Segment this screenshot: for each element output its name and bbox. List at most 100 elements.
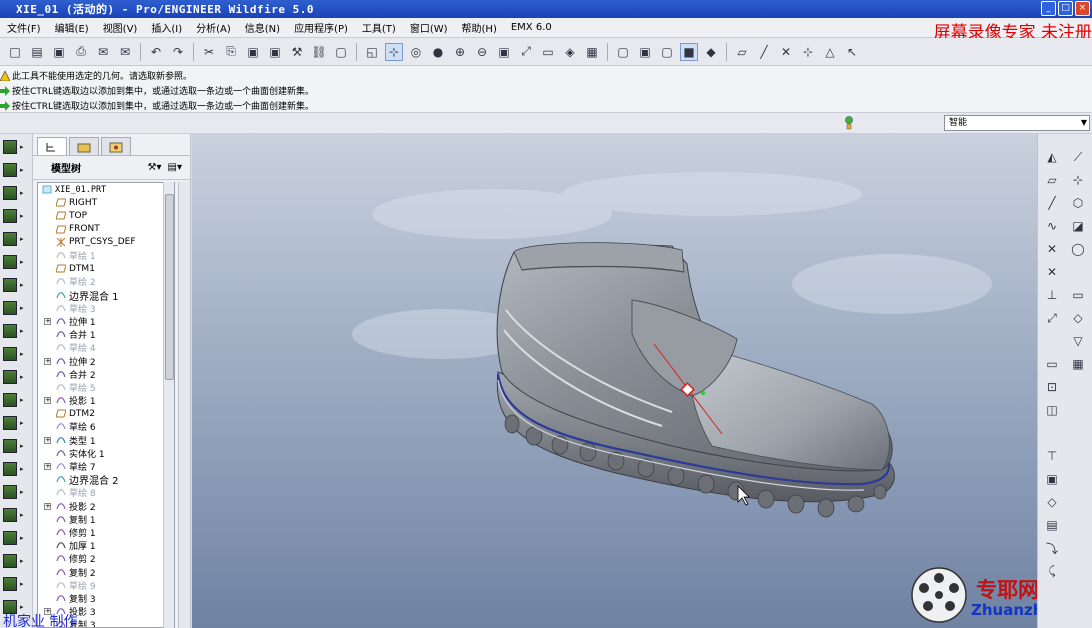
right-tool-col1-17[interactable]: ⤵: [1042, 538, 1062, 558]
selection-filter-dropdown[interactable]: 智能 ▼: [944, 115, 1090, 131]
layers-icon[interactable]: ◈: [561, 43, 579, 61]
tree-item[interactable]: 实体化 1: [38, 447, 174, 460]
right-tool-col1-15[interactable]: ◇: [1042, 492, 1062, 512]
left-tool-2[interactable]: ▸: [3, 183, 27, 203]
left-tool-13[interactable]: ▸: [3, 436, 27, 456]
left-tool-6[interactable]: ▸: [3, 275, 27, 295]
expand-icon[interactable]: +: [44, 502, 51, 510]
tree-item[interactable]: 草绘 9: [38, 579, 174, 592]
right-tool-col2-2[interactable]: ⬡: [1068, 193, 1088, 213]
right-tool-col1-10[interactable]: ⊡: [1042, 377, 1062, 397]
zoom-out-icon[interactable]: ⊖: [473, 43, 491, 61]
left-tool-8[interactable]: ▸: [3, 321, 27, 341]
menu-item-0[interactable]: 文件(F): [0, 20, 48, 35]
tree-item[interactable]: 修剪 2: [38, 552, 174, 565]
tree-item[interactable]: DTM2: [38, 407, 174, 420]
model-tree-tab[interactable]: [37, 137, 67, 155]
left-tool-19[interactable]: ▸: [3, 574, 27, 594]
save-icon[interactable]: ▣: [50, 43, 68, 61]
tree-item[interactable]: + 投影 1: [38, 394, 174, 407]
repaint-icon[interactable]: ◱: [363, 43, 381, 61]
right-tool-col2-0[interactable]: ⟋: [1068, 147, 1088, 167]
tree-item[interactable]: 合并 1: [38, 328, 174, 341]
menu-item-8[interactable]: 窗口(W): [403, 20, 455, 35]
enhanced-realism-icon[interactable]: ◆: [702, 43, 720, 61]
zoom-in-icon[interactable]: ⊕: [451, 43, 469, 61]
tree-settings-icon[interactable]: ⚒▾: [148, 162, 162, 173]
tree-item[interactable]: + 拉伸 2: [38, 354, 174, 368]
right-tool-col2-1[interactable]: ⊹: [1068, 170, 1088, 190]
right-tool-col2-3[interactable]: ◪: [1068, 216, 1088, 236]
select-box-icon[interactable]: ▢: [332, 43, 350, 61]
tree-columns-icon[interactable]: ▤▾: [168, 162, 182, 173]
orient-icon[interactable]: ◎: [407, 43, 425, 61]
annotation-icon[interactable]: △: [821, 43, 839, 61]
minimize-button[interactable]: _: [1041, 1, 1056, 16]
right-tool-col1-16[interactable]: ▤: [1042, 515, 1062, 535]
graphics-viewport[interactable]: [192, 134, 1037, 628]
left-tool-11[interactable]: ▸: [3, 390, 27, 410]
tree-item[interactable]: + 草绘 7: [38, 460, 174, 473]
right-tool-col1-7[interactable]: ⤢: [1042, 308, 1062, 328]
favorites-tab[interactable]: [101, 137, 131, 155]
tree-item[interactable]: 合并 2: [38, 368, 174, 381]
shading-icon[interactable]: ■: [680, 42, 698, 61]
left-tool-0[interactable]: ▸: [3, 137, 27, 157]
tree-item[interactable]: 复制 2: [38, 565, 174, 579]
tree-item[interactable]: 草绘 1: [38, 249, 174, 262]
menu-item-9[interactable]: 帮助(H): [455, 20, 504, 35]
regenerate-icon[interactable]: ⚒: [288, 43, 306, 61]
menu-item-10[interactable]: EMX 6.0: [504, 22, 559, 33]
left-tool-4[interactable]: ▸: [3, 229, 27, 249]
print-icon[interactable]: ⎙: [72, 43, 90, 61]
wireframe-icon[interactable]: ▢: [614, 43, 632, 61]
menu-item-5[interactable]: 信息(N): [238, 20, 287, 35]
paste-special-icon[interactable]: ▣: [266, 43, 284, 61]
tree-item[interactable]: 复制 1: [38, 513, 174, 526]
left-tool-10[interactable]: ▸: [3, 367, 27, 387]
right-tool-col1-0[interactable]: ◭: [1042, 147, 1062, 167]
coord-sys-icon[interactable]: ⊹: [799, 43, 817, 61]
left-tool-1[interactable]: ▸: [3, 160, 27, 180]
tree-item[interactable]: 加厚 1: [38, 539, 174, 552]
expand-icon[interactable]: +: [44, 317, 51, 325]
tree-item[interactable]: 修剪 1: [38, 526, 174, 539]
right-tool-col1-2[interactable]: ╱: [1042, 193, 1062, 213]
datum-axes-icon[interactable]: ╱: [755, 43, 773, 61]
saved-views-icon[interactable]: ▭: [539, 43, 557, 61]
tree-item[interactable]: FRONT: [38, 223, 174, 236]
expand-icon[interactable]: +: [44, 357, 51, 365]
right-tool-col1-1[interactable]: ▱: [1042, 170, 1062, 190]
paste-icon[interactable]: ▣: [244, 43, 262, 61]
tree-item[interactable]: TOP: [38, 209, 174, 222]
right-tool-col2-8[interactable]: ▽: [1068, 331, 1088, 351]
menu-item-7[interactable]: 工具(T): [355, 20, 403, 35]
menu-item-3[interactable]: 插入(I): [144, 20, 189, 35]
tree-item[interactable]: + 类型 1: [38, 434, 174, 447]
folder-browser-tab[interactable]: [69, 137, 99, 155]
open-icon[interactable]: ▤: [28, 43, 46, 61]
find-icon[interactable]: ⛓: [310, 43, 328, 61]
spin-center-icon[interactable]: ⊹: [385, 42, 403, 61]
refit-icon[interactable]: ▣: [495, 43, 513, 61]
right-tool-col1-4[interactable]: ✕: [1042, 239, 1062, 259]
right-tool-col1-11[interactable]: ◫: [1042, 400, 1062, 420]
right-tool-col1-18[interactable]: ⤹: [1042, 561, 1062, 581]
scrollbar-thumb[interactable]: [165, 194, 174, 380]
panel-scrollbar[interactable]: [178, 182, 190, 628]
menu-item-2[interactable]: 视图(V): [96, 20, 145, 35]
expand-icon[interactable]: +: [44, 436, 51, 444]
left-tool-15[interactable]: ▸: [3, 482, 27, 502]
copy-icon[interactable]: ⎘: [222, 43, 240, 61]
right-tool-col2-9[interactable]: ▦: [1068, 354, 1088, 374]
left-tool-12[interactable]: ▸: [3, 413, 27, 433]
shoe-model[interactable]: [192, 134, 1037, 628]
menu-item-4[interactable]: 分析(A): [189, 20, 238, 35]
shade-icon[interactable]: ●: [429, 43, 447, 61]
left-tool-16[interactable]: ▸: [3, 505, 27, 525]
tree-item[interactable]: DTM1: [38, 262, 174, 275]
left-tool-18[interactable]: ▸: [3, 551, 27, 571]
left-tool-17[interactable]: ▸: [3, 528, 27, 548]
left-tool-3[interactable]: ▸: [3, 206, 27, 226]
undo-icon[interactable]: ↶: [147, 43, 165, 61]
